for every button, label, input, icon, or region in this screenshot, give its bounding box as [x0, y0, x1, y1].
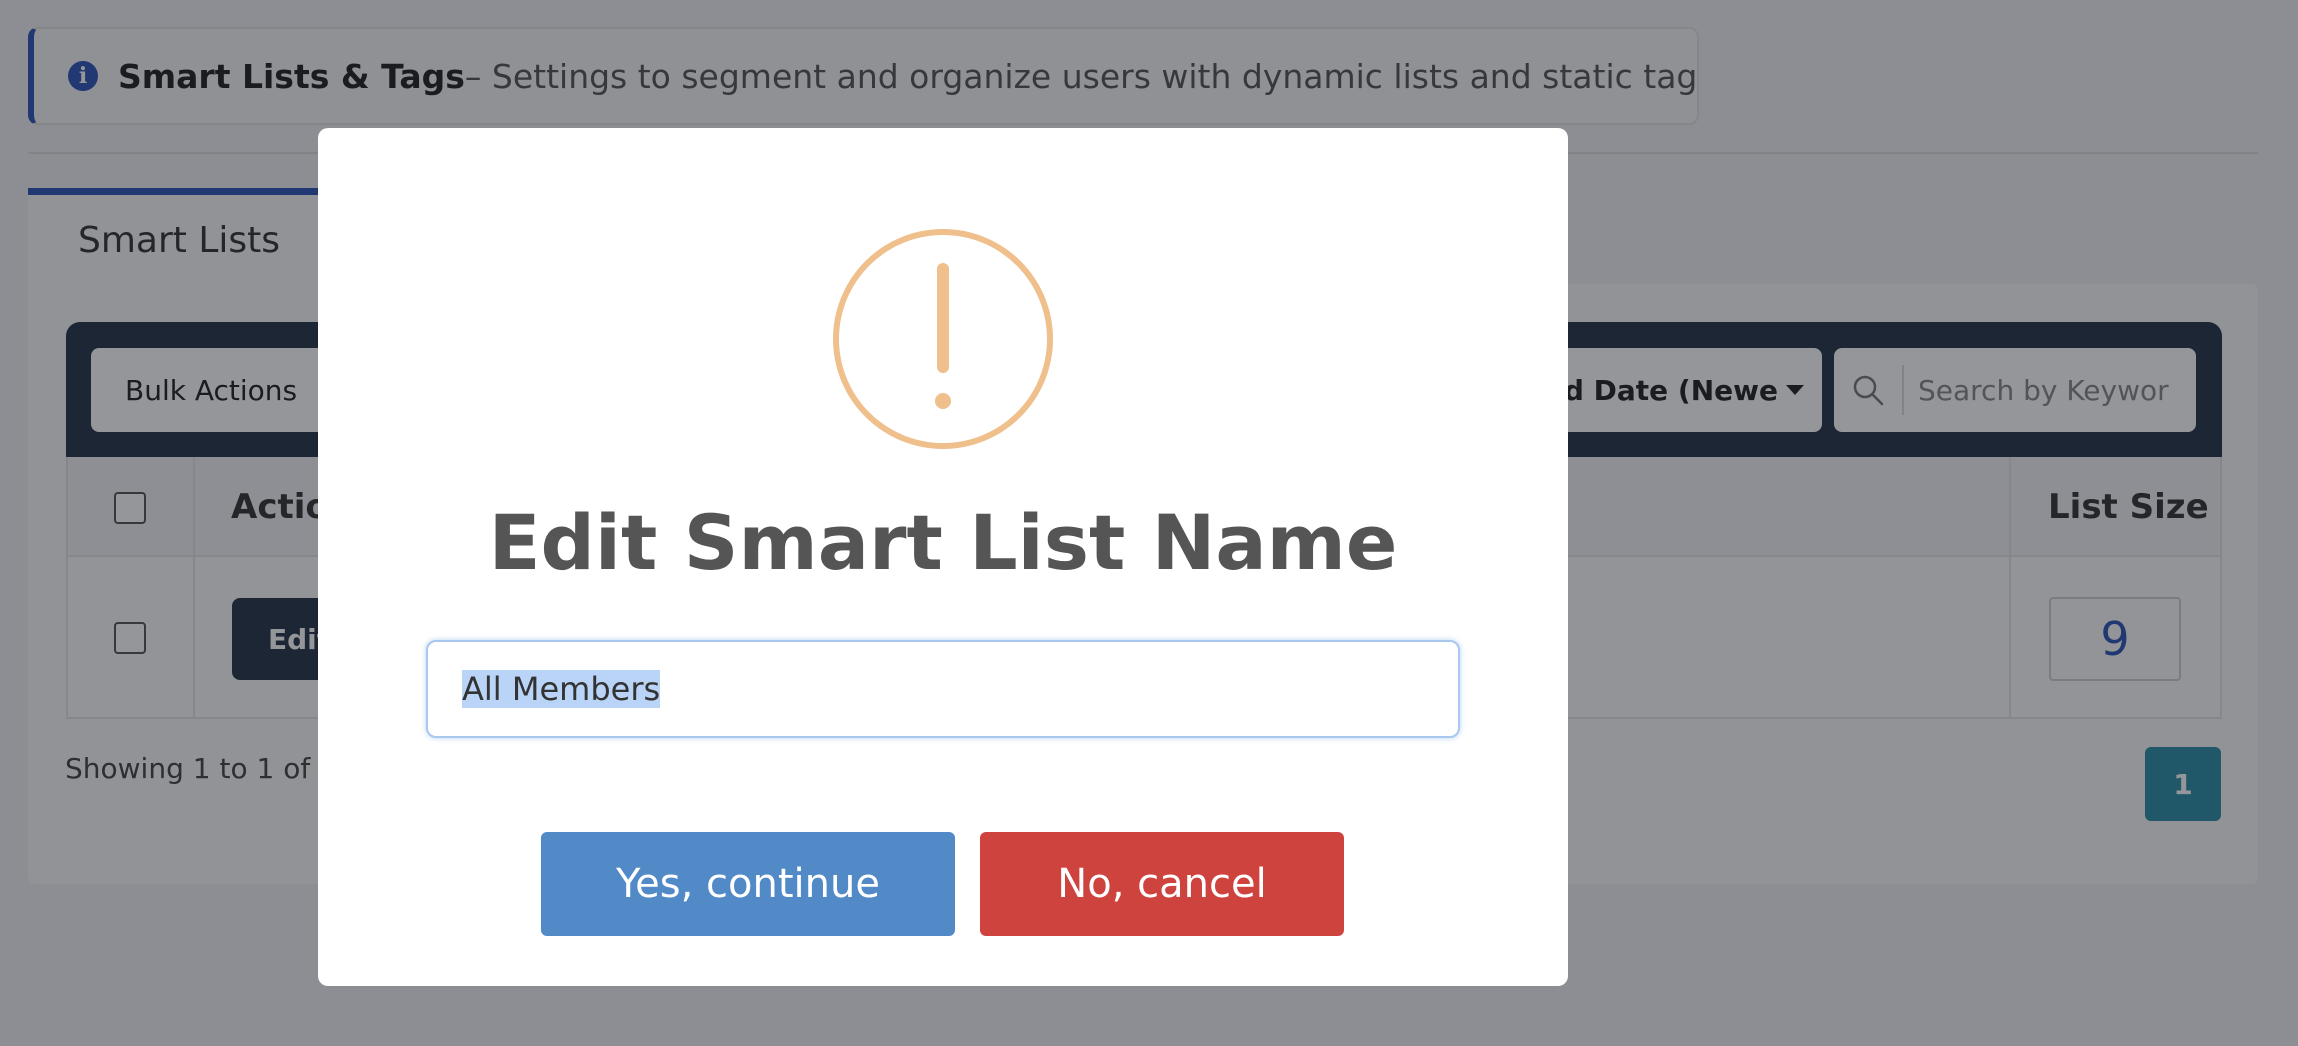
- exclamation-circle-icon: [831, 227, 1055, 451]
- confirm-button[interactable]: Yes, continue: [541, 832, 955, 936]
- edit-name-dialog: Edit Smart List Name Yes, continue No, c…: [318, 128, 1568, 986]
- cancel-button[interactable]: No, cancel: [980, 832, 1344, 936]
- dialog-title: Edit Smart List Name: [488, 498, 1398, 587]
- smart-list-name-input[interactable]: [426, 640, 1460, 738]
